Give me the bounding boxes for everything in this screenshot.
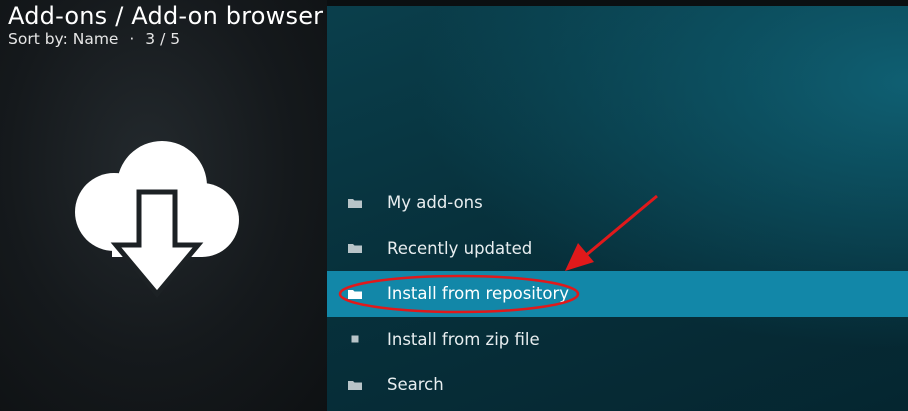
separator: · xyxy=(129,30,135,48)
menu-item-label: Recently updated xyxy=(387,238,533,258)
square-bullet-icon xyxy=(348,333,362,345)
folder-icon xyxy=(348,197,362,209)
menu-item-label: My add-ons xyxy=(387,193,483,213)
folder-icon xyxy=(348,242,362,254)
sort-info: Sort by: Name · 3 / 5 xyxy=(8,30,323,48)
item-position: 3 / 5 xyxy=(145,30,181,48)
menu-item-label: Search xyxy=(387,375,444,395)
header: Add-ons / Add-on browser Sort by: Name ·… xyxy=(8,2,323,48)
menu-item-install-from-zip[interactable]: Install from zip file xyxy=(327,317,908,363)
menu-list: My add-ons Recently updated Install from… xyxy=(327,180,908,408)
folder-icon xyxy=(348,379,362,391)
menu-item-label: Install from repository xyxy=(387,284,569,304)
sort-label: Sort by: Name xyxy=(8,30,119,48)
menu-item-recently-updated[interactable]: Recently updated xyxy=(327,226,908,272)
cloud-download-icon xyxy=(72,140,242,304)
top-strip xyxy=(327,0,908,6)
menu-item-search[interactable]: Search xyxy=(327,362,908,408)
menu-item-install-from-repository[interactable]: Install from repository xyxy=(327,271,908,317)
menu-item-my-addons[interactable]: My add-ons xyxy=(327,180,908,226)
folder-icon xyxy=(348,288,362,300)
menu-item-label: Install from zip file xyxy=(387,329,540,349)
page-title: Add-ons / Add-on browser xyxy=(8,2,324,30)
